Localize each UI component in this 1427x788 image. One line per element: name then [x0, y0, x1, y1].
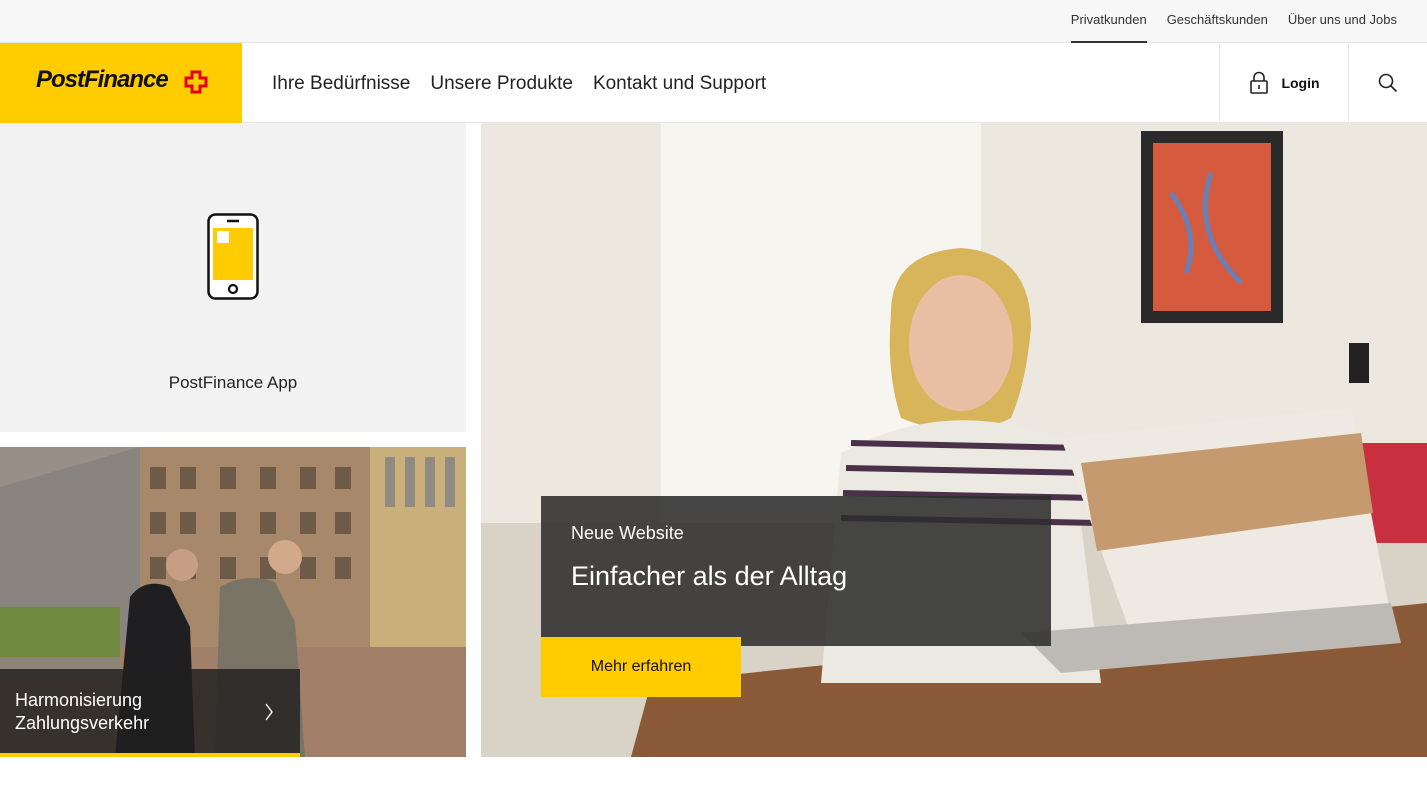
app-card-label: PostFinance App [168, 373, 298, 392]
topbar-link-geschaeftskunden[interactable]: Geschäftskunden [1167, 0, 1268, 43]
hero-title: Einfacher als der Alltag [571, 561, 848, 591]
nav-kontakt-support[interactable]: Kontakt und Support [583, 43, 776, 123]
audience-switcher: Privatkunden Geschäftskunden Über uns un… [1070, 0, 1397, 43]
chevron-right-icon [265, 703, 273, 721]
hero-text-box: Neue Website Einfacher als der Alltag [541, 496, 1051, 646]
topbar-link-privatkunden[interactable]: Privatkunden [1070, 0, 1147, 43]
teaser-accent-bar [0, 753, 300, 757]
logo-wordmark: PostFinance [36, 66, 169, 93]
login-label: Login [1281, 75, 1320, 91]
hero-subtitle: Neue Website [571, 523, 684, 543]
search-button[interactable] [1348, 43, 1427, 123]
top-utility-bar: Privatkunden Geschäftskunden Über uns un… [0, 0, 1427, 43]
lock-icon [1250, 71, 1269, 94]
mehr-erfahren-button[interactable]: Mehr erfahren [541, 637, 741, 697]
main-header: PostFinance Ihre Bedürfnisse Unsere Prod… [0, 43, 1427, 123]
app-teaser-card[interactable]: PostFinance App [0, 123, 466, 432]
zahlungsverkehr-teaser-card[interactable]: Harmonisierung Zahlungsverkehr [0, 447, 466, 757]
swiss-cross-icon [184, 70, 208, 94]
search-icon [1378, 73, 1398, 93]
smartphone-icon [207, 213, 259, 300]
teaser-title: Harmonisierung Zahlungsverkehr [15, 689, 149, 735]
nav-unsere-produkte[interactable]: Unsere Produkte [420, 43, 583, 123]
nav-ihre-beduerfnisse[interactable]: Ihre Bedürfnisse [262, 43, 420, 123]
login-button[interactable]: Login [1219, 43, 1349, 123]
hero-banner: Neue Website Einfacher als der Alltag Me… [481, 123, 1427, 757]
topbar-link-ueber-uns[interactable]: Über uns und Jobs [1288, 0, 1397, 43]
teaser-title-line2: Zahlungsverkehr [15, 713, 150, 733]
postfinance-logo[interactable]: PostFinance [0, 43, 242, 123]
teaser-title-line1: Harmonisierung [15, 690, 143, 710]
main-navigation: Ihre Bedürfnisse Unsere Produkte Kontakt… [262, 43, 776, 123]
teaser-overlay: Harmonisierung Zahlungsverkehr [0, 669, 300, 757]
